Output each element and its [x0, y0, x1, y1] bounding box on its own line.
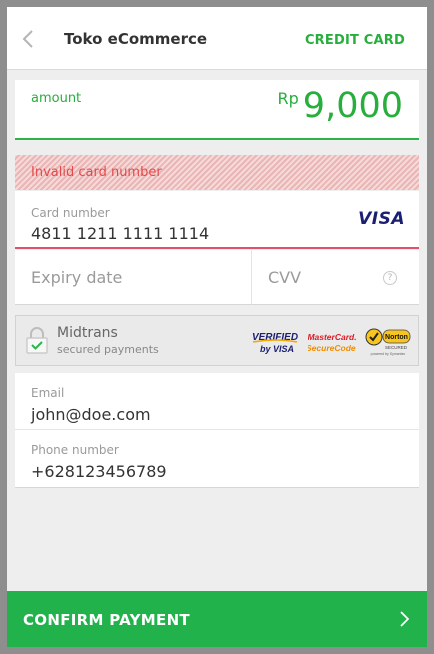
- svg-text:powered by Symantec: powered by Symantec: [371, 352, 406, 356]
- header-bar: Toko eCommerce CREDIT CARD: [7, 7, 427, 70]
- card-number-label: Card number: [31, 206, 110, 220]
- amount-number: 9,000: [302, 86, 403, 126]
- visa-logo: VISA: [358, 209, 405, 229]
- verified-by-visa-badge: VERIFIED by VISA: [252, 332, 298, 354]
- card-number-field[interactable]: Card number 4811 1211 1111 1114 VISA: [15, 191, 419, 249]
- svg-text:MasterCard.: MasterCard.: [308, 332, 356, 342]
- svg-text:Norton: Norton: [385, 334, 408, 341]
- help-icon[interactable]: ?: [383, 271, 397, 285]
- cvv-input[interactable]: CVV: [268, 268, 301, 287]
- cvv-field[interactable]: CVV ?: [252, 250, 419, 305]
- contact-divider: [15, 429, 419, 430]
- payment-window: Toko eCommerce CREDIT CARD amount Rp 9,00…: [7, 7, 427, 647]
- error-banner: Invalid card number: [15, 155, 419, 190]
- email-label: Email: [31, 386, 65, 400]
- phone-field[interactable]: +628123456789: [31, 462, 167, 481]
- svg-text:by VISA: by VISA: [260, 344, 294, 354]
- chevron-left-icon[interactable]: [21, 29, 35, 49]
- error-message: Invalid card number: [31, 165, 162, 180]
- expiry-date-input[interactable]: Expiry date: [31, 268, 122, 287]
- confirm-payment-button[interactable]: CONFIRM PAYMENT: [7, 591, 427, 647]
- svg-text:SecureCode.: SecureCode.: [308, 343, 356, 353]
- amount-label: amount: [31, 91, 82, 106]
- phone-label: Phone number: [31, 443, 119, 457]
- email-field[interactable]: john@doe.com: [31, 405, 151, 424]
- amount-panel: amount Rp 9,000: [15, 80, 419, 140]
- merchant-title: Toko eCommerce: [64, 30, 208, 48]
- currency-label: Rp: [277, 89, 299, 108]
- lock-icon: [26, 327, 48, 354]
- norton-secured-badge: Norton SECURED powered by Symantec: [365, 328, 411, 356]
- svg-text:SECURED: SECURED: [385, 345, 408, 350]
- secure-payment-box: Midtrans secured payments VERIFIED by VI…: [15, 315, 419, 366]
- card-number-input[interactable]: 4811 1211 1111 1114: [31, 224, 209, 243]
- confirm-payment-label: CONFIRM PAYMENT: [23, 611, 190, 629]
- expiry-date-field[interactable]: Expiry date: [15, 250, 252, 305]
- chevron-right-icon: [400, 611, 409, 627]
- contact-info-card: Email john@doe.com Phone number +6281234…: [15, 373, 419, 488]
- secured-payments-label: secured payments: [57, 343, 159, 356]
- payment-method-label: CREDIT CARD: [304, 33, 405, 48]
- mastercard-securecode-badge: MasterCard. SecureCode.: [308, 332, 356, 353]
- amount-value: Rp 9,000: [278, 86, 403, 126]
- midtrans-label: Midtrans: [57, 325, 118, 341]
